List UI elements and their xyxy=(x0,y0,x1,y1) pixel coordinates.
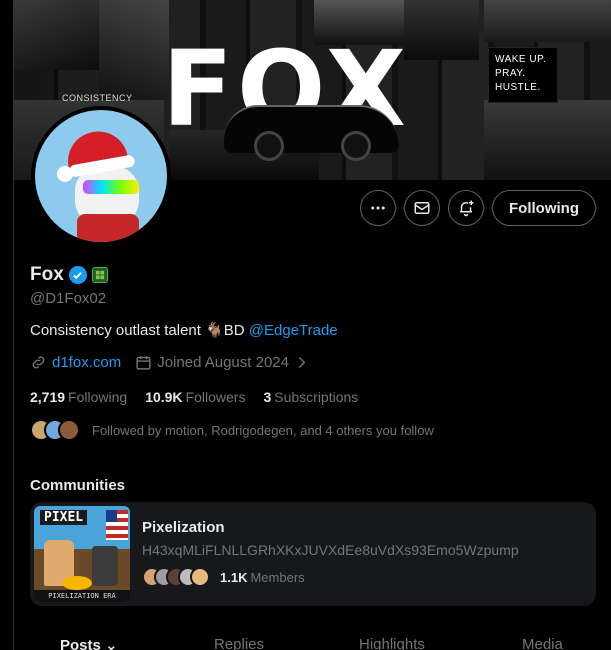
tab-media[interactable]: Media xyxy=(522,636,563,650)
flag-graphic xyxy=(106,510,128,540)
coins-graphic xyxy=(62,576,92,590)
following-stat[interactable]: 2,719 Following xyxy=(30,389,127,405)
subscriptions-count: 3 xyxy=(263,389,272,405)
community-name: Pixelization xyxy=(142,519,225,536)
tab-posts[interactable]: Posts ⌄ xyxy=(60,636,118,650)
character-graphic xyxy=(92,546,118,586)
link-icon xyxy=(32,356,45,369)
banner-consistency-label: CONSISTENCY xyxy=(62,93,133,103)
hat-pom-graphic xyxy=(57,166,73,182)
chevron-right-icon[interactable] xyxy=(293,354,310,371)
followed-by-row[interactable]: Followed by motion, Rodrigodegen, and 4 … xyxy=(30,419,434,441)
website-link[interactable]: d1fox.com xyxy=(52,354,121,371)
banner-tile xyxy=(14,0,99,70)
members-label: Members xyxy=(250,569,305,585)
banner-tile xyxy=(99,0,169,100)
followers-label: Followers xyxy=(185,389,246,405)
subscriptions-stat[interactable]: 3 Subscriptions xyxy=(263,389,358,405)
more-icon xyxy=(371,206,385,210)
banner-motto: WAKE UP. PRAY. HUSTLE. xyxy=(488,47,558,103)
followers-count: 10.9K xyxy=(145,389,183,405)
avatar-image xyxy=(35,110,167,242)
calendar-icon xyxy=(136,356,151,370)
followers-stat[interactable]: 10.9K Followers xyxy=(145,389,245,405)
avatar xyxy=(58,419,80,441)
communities-heading: Communities xyxy=(30,477,126,494)
avatar xyxy=(190,567,210,587)
mail-icon xyxy=(414,202,430,214)
tab-highlights[interactable]: Highlights xyxy=(359,636,425,650)
car-graphic xyxy=(224,105,399,161)
bio: Consistency outlast talent 🐐BD @EdgeTrad… xyxy=(30,321,338,339)
banner-tile xyxy=(484,100,611,180)
community-members: 1.1K Members xyxy=(142,567,305,587)
community-description: H43xqMLiFLNLLGRhXKxJUVXdEe8uVdXs93Emo5Wz… xyxy=(142,542,519,558)
banner-tile xyxy=(404,0,479,60)
notify-button[interactable] xyxy=(448,190,484,226)
banner-tile xyxy=(484,0,611,42)
bio-mention-link[interactable]: @EdgeTrade xyxy=(249,322,338,339)
motto-line: WAKE UP. xyxy=(495,54,547,65)
members-count: 1.1K xyxy=(220,569,248,585)
community-image: PIXEL PIXELIZATION ERA xyxy=(34,506,130,602)
scarf-graphic xyxy=(77,214,139,242)
motto-line: HUSTLE. xyxy=(495,82,541,93)
motto-line: PRAY. xyxy=(495,68,526,79)
following-button[interactable]: Following xyxy=(492,190,596,226)
affiliate-badge-icon[interactable] xyxy=(91,267,108,283)
rainbow-glasses-graphic xyxy=(83,180,139,194)
name-row: Fox xyxy=(30,264,108,286)
following-label: Following xyxy=(68,389,128,405)
community-image-caption: PIXELIZATION ERA xyxy=(34,590,130,602)
verified-badge-icon[interactable] xyxy=(68,266,87,284)
bell-plus-icon xyxy=(460,200,474,217)
more-button[interactable] xyxy=(360,190,396,226)
avatar[interactable] xyxy=(31,106,171,246)
follow-stats: 2,719 Following 10.9K Followers 3 Subscript… xyxy=(30,389,358,405)
message-button[interactable] xyxy=(404,190,440,226)
joined-date: Joined August 2024 xyxy=(157,354,289,371)
tab-replies[interactable]: Replies xyxy=(214,636,264,650)
members-count-text: 1.1K Members xyxy=(220,570,305,585)
community-image-title: PIXEL xyxy=(40,510,88,525)
followed-by-text: Followed by motion, Rodrigodegen, and 4 … xyxy=(92,422,434,438)
following-count: 2,719 xyxy=(30,389,66,405)
subscriptions-label: Subscriptions xyxy=(274,389,359,405)
community-card[interactable]: PIXEL PIXELIZATION ERA Pixelization H43x… xyxy=(30,502,596,606)
display-name: Fox xyxy=(30,264,64,285)
tab-label: Posts xyxy=(60,637,101,650)
user-handle: @D1Fox02 xyxy=(30,290,107,307)
bio-text: Consistency outlast talent 🐐BD xyxy=(30,322,249,339)
profile-meta: d1fox.com Joined August 2024 xyxy=(30,354,310,371)
